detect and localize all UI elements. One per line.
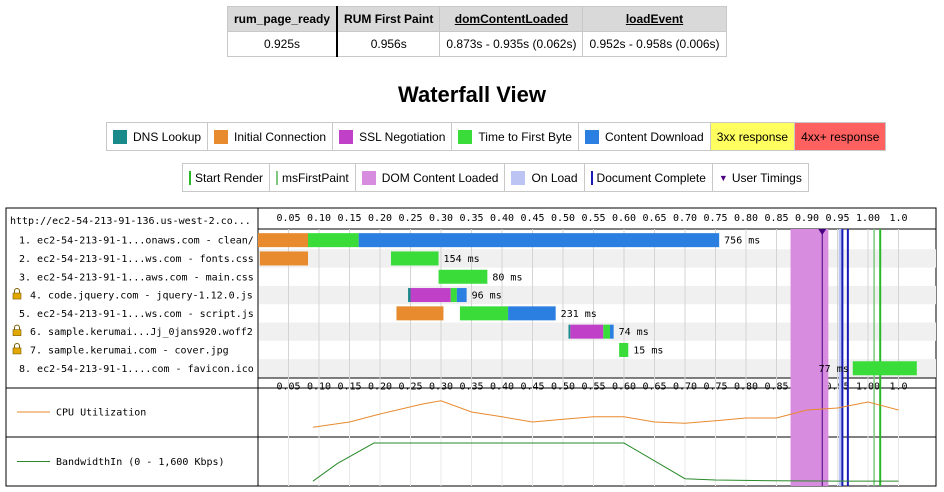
request-label: 5. ec2-54-213-91-1...ws.com - script.js — [19, 309, 254, 320]
tick-label-top: 0.90 — [795, 213, 819, 224]
bandwidth-in-label: BandwidthIn (0 - 1,600 Kbps) — [56, 457, 225, 468]
tick-label-top: 0.35 — [459, 213, 483, 224]
request-phase-ttfb — [852, 361, 917, 376]
request-phase-download — [609, 324, 614, 339]
lock-shackle — [14, 288, 20, 294]
row-background — [259, 285, 936, 305]
request-phase-ttfb — [619, 342, 629, 357]
tick-label-top: 0.85 — [764, 213, 788, 224]
tick-label-top: 0.75 — [703, 213, 727, 224]
tick-label-top: 0.55 — [581, 213, 605, 224]
tick-label-top: 0.20 — [368, 213, 392, 224]
request-duration: 96 ms — [472, 291, 502, 302]
tick-label-bottom: 1.0 — [889, 381, 907, 392]
request-phase-ttfb — [459, 306, 509, 321]
tick-label-top: 0.60 — [612, 213, 636, 224]
lock-icon — [12, 288, 22, 300]
request-label: 3. ec2-54-213-91-1...aws.com - main.css — [19, 272, 254, 283]
lock-body — [12, 292, 22, 300]
request-duration: 231 ms — [561, 309, 597, 320]
tick-label-bottom: 0.05 — [276, 381, 300, 392]
tick-label-bottom: 1.00 — [856, 381, 880, 392]
tick-label-top: 0.50 — [551, 213, 575, 224]
request-duration: 154 ms — [444, 254, 480, 265]
lock-body — [12, 329, 22, 336]
request-phase-ssl — [410, 288, 451, 303]
tick-label-bottom: 0.25 — [398, 381, 422, 392]
request-phase-ttfb — [603, 324, 610, 339]
tick-label-bottom: 0.70 — [673, 381, 697, 392]
request-phase-download — [358, 233, 720, 248]
request-phase-ssl — [570, 324, 604, 339]
tick-label-top: 1.0 — [889, 213, 907, 224]
tick-label-top: 0.40 — [490, 213, 514, 224]
tick-label-bottom: 0.75 — [703, 381, 727, 392]
tick-label-top: 0.15 — [337, 213, 361, 224]
request-phase-download — [508, 306, 556, 321]
tick-label-top: 0.80 — [734, 213, 758, 224]
lock-icon — [12, 324, 22, 336]
page-url: http://ec2-54-213-91-136.us-west-2.co... — [10, 216, 251, 227]
request-label: 1. ec2-54-213-91-1...onaws.com - clean/ — [19, 236, 254, 247]
request-label: 2. ec2-54-213-91-1...ws.com - fonts.css — [19, 254, 254, 265]
request-phase-ttfb — [438, 269, 488, 284]
lock-shackle — [14, 324, 20, 330]
tick-label-bottom: 0.55 — [581, 381, 605, 392]
request-duration: 756 ms — [724, 236, 760, 247]
request-phase-ttfb — [450, 288, 457, 303]
tick-label-bottom: 0.60 — [612, 381, 636, 392]
request-phase-ttfb — [390, 251, 439, 266]
tick-label-bottom: 0.45 — [520, 381, 544, 392]
tick-label-bottom: 0.40 — [490, 381, 514, 392]
request-phase-download — [456, 288, 467, 303]
lock-icon — [12, 342, 22, 355]
tick-label-top: 0.25 — [398, 213, 422, 224]
cpu-utilization-label: CPU Utilization — [56, 408, 146, 419]
tick-label-bottom: 0.10 — [307, 381, 331, 392]
request-phase-connect — [258, 233, 309, 248]
request-phase-dns — [408, 288, 411, 303]
request-phase-ttfb — [308, 233, 359, 248]
request-label: 6. sample.kerumai...Jj_0jans920.woff2 — [30, 327, 253, 338]
tick-label-top: 0.45 — [520, 213, 544, 224]
request-label: 4. code.jquery.com - jquery-1.12.0.js — [30, 291, 253, 302]
tick-label-bottom: 0.35 — [459, 381, 483, 392]
request-duration: 80 ms — [492, 272, 522, 283]
request-phase-connect — [259, 251, 309, 266]
request-label: 7. sample.kerumai.com - cover.jpg — [30, 345, 229, 356]
tick-label-bottom: 0.50 — [551, 381, 575, 392]
request-duration: 74 ms — [619, 327, 649, 338]
tick-label-top: 0.65 — [642, 213, 666, 224]
tick-label-bottom: 0.85 — [764, 381, 788, 392]
tick-label-top: 0.95 — [825, 213, 849, 224]
lock-shackle — [14, 342, 20, 348]
tick-label-top: 0.30 — [429, 213, 453, 224]
row-background — [259, 249, 936, 268]
tick-label-top: 1.00 — [856, 213, 880, 224]
request-phase-dns — [568, 324, 571, 339]
tick-label-bottom: 0.95 — [825, 381, 849, 392]
waterfall-chart: 0.05 0.05 0.10 0.10 0.15 0.15 0.20 0.20 0.25 0.25… — [5, 207, 937, 487]
request-duration: 77 ms — [819, 364, 849, 375]
tick-label-bottom: 0.15 — [337, 381, 361, 392]
request-duration: 15 ms — [633, 345, 663, 356]
request-label: 8. ec2-54-213-91-1....com - favicon.ico — [19, 364, 254, 375]
tick-label-bottom: 0.20 — [368, 381, 392, 392]
tick-label-bottom: 0.80 — [734, 381, 758, 392]
tick-label-bottom: 0.30 — [429, 381, 453, 392]
tick-label-top: 0.70 — [673, 213, 697, 224]
tick-label-bottom: 0.65 — [642, 381, 666, 392]
tick-label-top: 0.10 — [307, 213, 331, 224]
request-phase-connect — [396, 306, 444, 321]
tick-label-top: 0.05 — [276, 213, 300, 224]
lock-body — [12, 347, 22, 355]
